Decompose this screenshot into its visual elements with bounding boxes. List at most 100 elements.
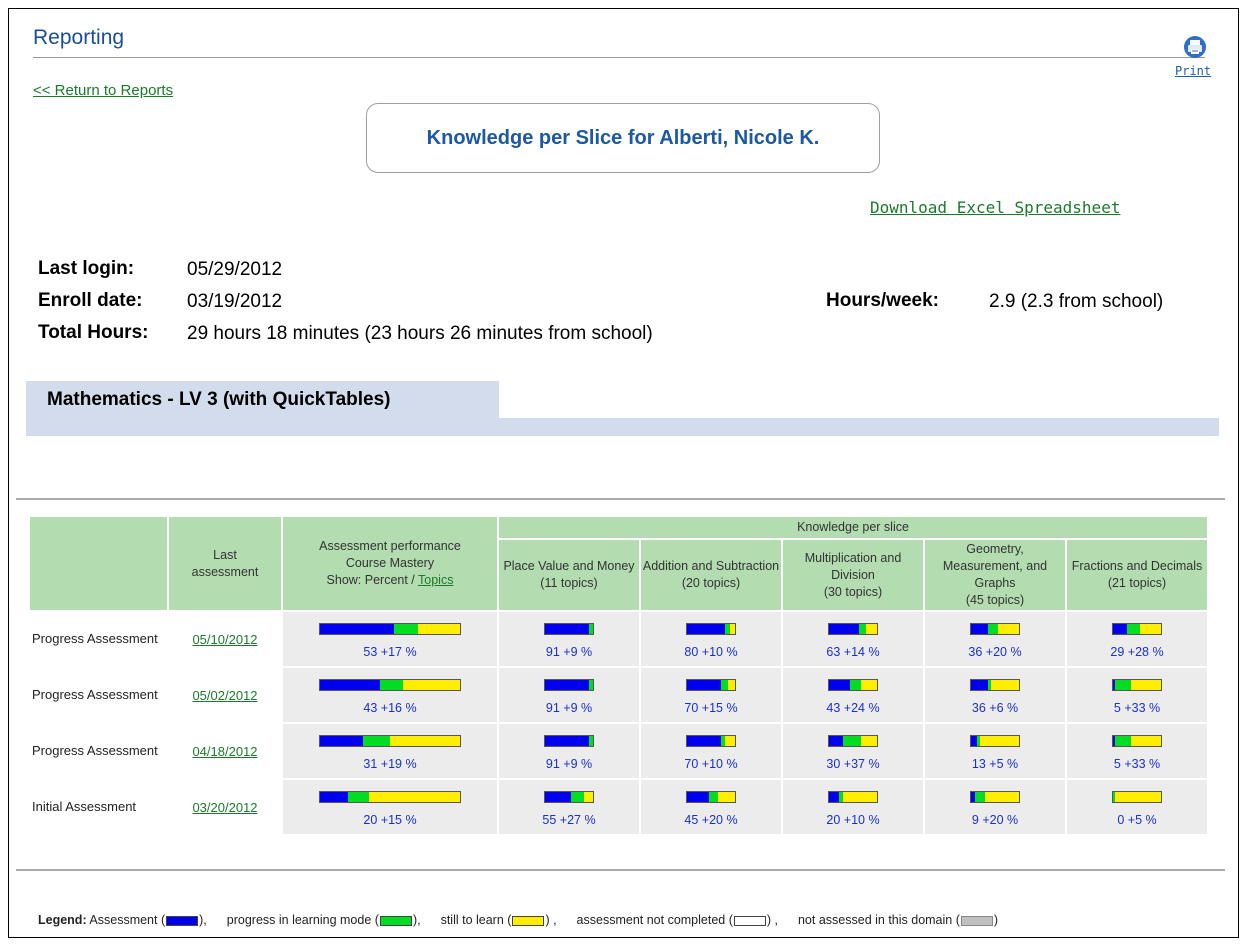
table-top-rule <box>16 498 1225 500</box>
slice-progress-bar <box>686 735 736 748</box>
slice-topics: (45 topics) <box>965 593 1025 607</box>
progress-segment <box>363 736 390 747</box>
assessment-date-link[interactable]: 05/10/2012 <box>192 632 257 647</box>
legend-assessment-swatch <box>166 915 199 926</box>
page-title: Reporting <box>33 26 125 49</box>
assessment-segment <box>829 792 839 803</box>
slice-cell: 55 +27 % <box>499 780 639 834</box>
progress-segment <box>588 736 593 747</box>
slice-progress-bar <box>828 623 878 636</box>
return-to-reports-link[interactable]: << Return to Reports <box>33 82 173 99</box>
slice-value: 5 +33 % <box>1113 700 1161 715</box>
slice-progress-bar <box>1112 735 1162 748</box>
slice-progress-bar <box>686 623 736 636</box>
report-title: Knowledge per Slice for Alberti, Nicole … <box>426 126 820 149</box>
header-slice-0: Place Value and Money (11 topics) <box>499 540 639 610</box>
assessment-date-link[interactable]: 03/20/2012 <box>192 800 257 815</box>
download-excel-link[interactable]: Download Excel Spreadsheet <box>870 198 1120 217</box>
still-to-learn-segment <box>1131 736 1161 747</box>
header-slice-4: Fractions and Decimals (21 topics) <box>1067 540 1207 610</box>
slice-progress-bar <box>544 735 594 748</box>
overall-mastery-bar <box>319 791 461 804</box>
assessment-segment <box>971 624 989 635</box>
last-login-value: 05/29/2012 <box>187 259 283 280</box>
assessment-segment <box>545 736 589 747</box>
still-to-learn-segment <box>997 624 1019 635</box>
slice-cell: 36 +6 % <box>925 668 1065 722</box>
slice-progress-bar <box>686 791 736 804</box>
perf-line-2: Course Mastery <box>345 556 435 570</box>
overall-mastery-cell: 43 +16 % <box>283 668 497 722</box>
total-hours-label: Total Hours: <box>38 322 149 343</box>
slice-progress-bar <box>1112 623 1162 636</box>
assessment-segment <box>320 736 364 747</box>
slice-cell: 0 +5 % <box>1067 780 1207 834</box>
slice-cell: 45 +20 % <box>641 780 781 834</box>
header-slice-2: Multiplication and Division (30 topics) <box>783 540 923 610</box>
overall-mastery-value: 20 +15 % <box>363 812 417 827</box>
row-date-cell: 05/10/2012 <box>169 612 281 666</box>
perf-line-1: Assessment performance <box>319 539 461 553</box>
still-to-learn-segment <box>979 736 1019 747</box>
assessment-segment <box>320 792 348 803</box>
slice-name: Addition and Subtraction <box>642 559 780 573</box>
slice-value: 9 +20 % <box>971 812 1019 827</box>
slice-cell: 30 +37 % <box>783 724 923 778</box>
header-assessment-performance: Assessment performance Course Mastery Sh… <box>283 517 497 610</box>
header-last-assessment: Last assessment <box>169 517 281 610</box>
still-to-learn-segment <box>725 736 735 747</box>
slice-topics: (11 topics) <box>540 576 598 590</box>
row-label: Initial Assessment <box>30 780 167 834</box>
assessment-segment <box>687 680 721 691</box>
printer-icon[interactable] <box>1183 35 1207 59</box>
slice-value: 30 +37 % <box>826 756 880 771</box>
slice-value: 55 +27 % <box>542 812 596 827</box>
slice-progress-bar <box>970 791 1020 804</box>
overall-mastery-bar <box>319 623 461 636</box>
legend-assessment-text: Assessment ( <box>89 913 166 927</box>
slice-progress-bar <box>544 791 594 804</box>
slice-progress-bar <box>1112 679 1162 692</box>
last-login-label: Last login: <box>38 258 135 279</box>
still-to-learn-segment <box>727 680 735 691</box>
legend-still-text: still to learn ( <box>440 913 512 927</box>
legend-progress-swatch <box>379 915 412 926</box>
still-to-learn-segment <box>1115 792 1161 803</box>
assessment-date-link[interactable]: 04/18/2012 <box>192 744 257 759</box>
legend-not-assessed-swatch <box>960 915 993 926</box>
perf-line-3: Show: Percent / <box>326 573 419 587</box>
still-to-learn-segment <box>417 624 460 635</box>
slice-topics: (21 topics) <box>1107 576 1167 590</box>
slice-name: Fractions and Decimals <box>1071 559 1203 573</box>
topics-link[interactable]: Topics <box>418 573 453 587</box>
progress-segment <box>720 680 728 691</box>
progress-segment <box>1115 736 1132 747</box>
slice-cell: 91 +9 % <box>499 612 639 666</box>
overall-mastery-cell: 53 +17 % <box>283 612 497 666</box>
progress-segment <box>1115 680 1132 691</box>
print-link[interactable]: Print <box>1175 64 1211 78</box>
slice-cell: 5 +33 % <box>1067 668 1207 722</box>
assessment-segment <box>971 680 989 691</box>
assessment-date-link[interactable]: 05/02/2012 <box>192 688 257 703</box>
still-to-learn-segment <box>984 792 1019 803</box>
progress-segment <box>394 624 418 635</box>
progress-segment <box>843 736 862 747</box>
assessment-segment <box>545 624 589 635</box>
overall-mastery-value: 43 +16 % <box>363 700 417 715</box>
legend-close: ), <box>199 913 207 927</box>
row-label: Progress Assessment <box>30 612 167 666</box>
slice-progress-bar <box>970 623 1020 636</box>
still-to-learn-segment <box>718 792 735 803</box>
assessment-segment <box>545 792 572 803</box>
header-slice-1: Addition and Subtraction (20 topics) <box>641 540 781 610</box>
slice-cell: 36 +20 % <box>925 612 1065 666</box>
legend-close: ), <box>412 913 421 927</box>
slice-value: 36 +6 % <box>971 700 1019 715</box>
row-date-cell: 05/02/2012 <box>169 668 281 722</box>
legend-close: ) , <box>766 913 778 927</box>
progress-segment <box>588 624 593 635</box>
slice-value: 45 +20 % <box>684 812 738 827</box>
row-label: Progress Assessment <box>30 668 167 722</box>
slice-value: 91 +9 % <box>545 756 593 771</box>
